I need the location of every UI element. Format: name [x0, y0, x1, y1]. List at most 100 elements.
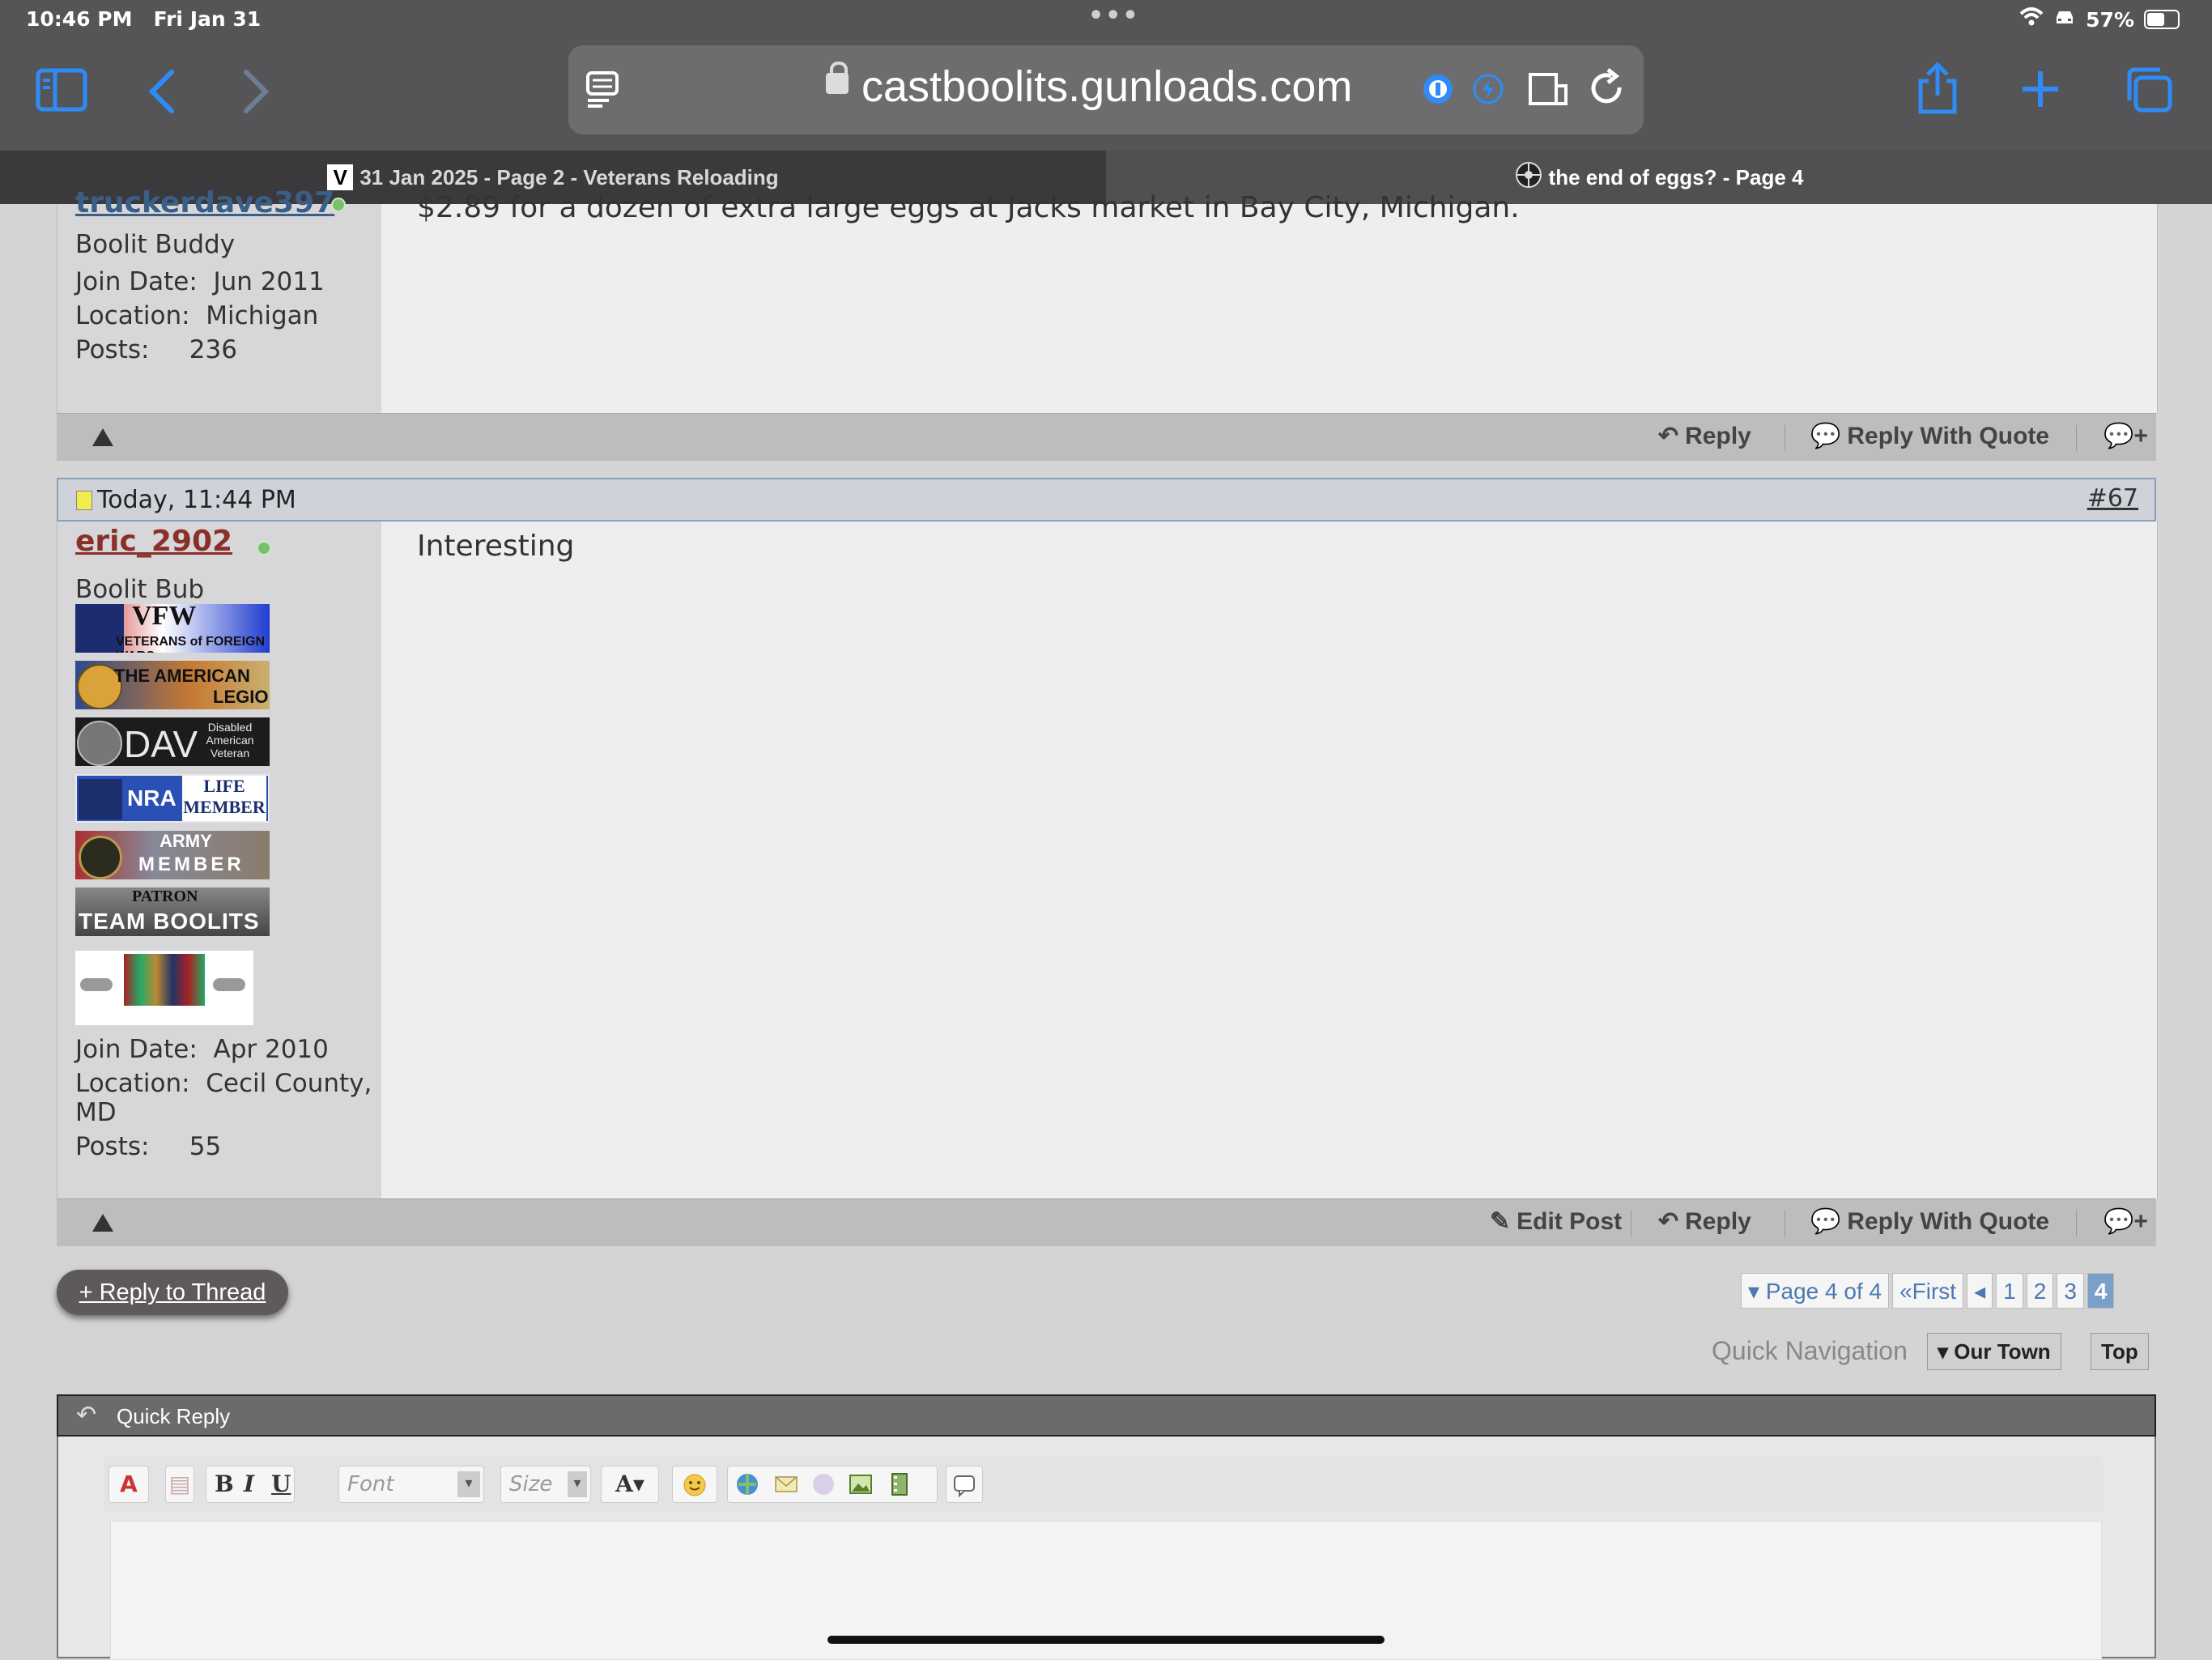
battery-icon	[2144, 10, 2180, 29]
user-location-cont: MD	[75, 1098, 117, 1127]
email-icon[interactable]	[773, 1471, 799, 1508]
text-color-icon[interactable]: A▾	[601, 1466, 659, 1503]
user-location: Location: Michigan	[75, 301, 319, 330]
prev-page-icon[interactable]: ◂	[1967, 1273, 1993, 1309]
report-post-icon[interactable]	[92, 1214, 113, 1232]
unlink-icon[interactable]	[810, 1471, 836, 1508]
divider	[1784, 1211, 1785, 1236]
quick-reply-title: Quick Reply	[117, 1404, 231, 1428]
page-link[interactable]: 1	[1996, 1273, 2023, 1309]
insert-group	[727, 1466, 938, 1503]
top-button[interactable]: Top	[2091, 1333, 2149, 1370]
address-bar[interactable]: castboolits.gunloads.com	[568, 45, 1644, 134]
image-icon[interactable]	[848, 1471, 874, 1508]
username-link[interactable]: truckerdave397	[75, 186, 334, 219]
size-select[interactable]: Size ▾	[500, 1466, 591, 1503]
battery-percent: 57%	[2086, 7, 2134, 32]
editor-toolbar: A ▤ B I U Font ▾ Size ▾ A▾	[104, 1456, 2104, 1513]
first-page-button[interactable]: «First	[1892, 1273, 1964, 1309]
reply-arrow-icon: ↶	[76, 1401, 97, 1429]
username-link[interactable]: eric_2902	[75, 525, 232, 558]
remove-format-icon[interactable]: A	[108, 1466, 149, 1503]
edit-post-button[interactable]: ✎ Edit Post	[1490, 1207, 1622, 1236]
paste-icon[interactable]: ▤	[165, 1466, 194, 1503]
current-page: 4	[2087, 1273, 2115, 1309]
reply-icon: ↶	[1658, 423, 1679, 449]
wings-icon	[80, 978, 113, 991]
eagle-icon	[79, 779, 122, 819]
user-rank: Boolit Buddy	[75, 230, 236, 259]
post-message: $2.89 for a dozen of extra large eggs at…	[417, 191, 2117, 230]
back-icon[interactable]	[146, 68, 178, 123]
reader-icon[interactable]	[585, 70, 620, 112]
new-tab-icon[interactable]	[2019, 68, 2061, 118]
status-time: 10:46 PM Fri Jan 31	[26, 7, 262, 31]
multitasking-dots-icon[interactable]: •••	[1088, 2, 1140, 30]
pencil-icon: ✎	[1490, 1208, 1511, 1235]
post-user-info: eric_2902 Boolit Bub VFW VETERANS of FOR…	[57, 521, 381, 1198]
smiley-icon[interactable]	[672, 1466, 717, 1503]
pagination: ▾ Page 4 of 4 «First ◂ 1 2 3 4	[1741, 1273, 2115, 1309]
lock-icon	[826, 62, 849, 94]
page-link[interactable]: 2	[2026, 1273, 2054, 1309]
wings-icon	[213, 978, 245, 991]
dav-emblem-icon	[77, 721, 122, 766]
service-ribbons-image	[75, 951, 253, 1025]
page-link[interactable]: 3	[2057, 1273, 2084, 1309]
tabs-icon[interactable]	[2125, 66, 2173, 121]
reply-button[interactable]: ↶ Reply	[1658, 1207, 1751, 1236]
format-group: B I U	[206, 1466, 295, 1503]
join-date: Join Date: Jun 2011	[75, 267, 325, 296]
page-jump-dropdown[interactable]: ▾ Page 4 of 4	[1741, 1273, 1890, 1309]
font-select[interactable]: Font ▾	[338, 1466, 484, 1503]
post-text: $2.89 for a dozen of extra large eggs at…	[417, 191, 1520, 224]
army-emblem-icon	[79, 836, 122, 879]
quote-icon[interactable]	[946, 1466, 983, 1503]
online-status-icon	[331, 198, 346, 212]
quote-icon: 💬	[1810, 1208, 1841, 1235]
ribbon-rack	[124, 954, 205, 1006]
post-user-info: truckerdave397 Boolit Buddy Join Date: J…	[57, 186, 381, 413]
user-rank: Boolit Bub	[75, 575, 205, 604]
wifi-icon	[2019, 7, 2044, 32]
post-footer: ↶ Reply 💬 Reply With Quote 💬+	[57, 413, 2156, 461]
post-number-link[interactable]: #67	[2087, 484, 2138, 513]
extension-icon[interactable]	[1472, 73, 1504, 109]
chevron-down-icon: ▾	[568, 1471, 587, 1497]
chevron-down-icon: ▾	[457, 1471, 480, 1497]
sidebar-icon[interactable]	[36, 68, 87, 120]
tab-title: 31 Jan 2025 - Page 2 - Veterans Reloadin…	[359, 164, 779, 189]
reply-button[interactable]: ↶ Reply	[1658, 422, 1751, 450]
link-icon[interactable]	[734, 1471, 760, 1508]
reply-with-quote-button[interactable]: 💬 Reply With Quote	[1810, 1207, 2049, 1236]
forward-icon[interactable]	[240, 68, 272, 123]
home-indicator[interactable]	[827, 1636, 1385, 1644]
army-member-badge: ARMY MEMBER	[75, 831, 270, 879]
user-location: Location: Cecil County,	[75, 1069, 372, 1098]
online-status-icon	[257, 541, 271, 555]
nra-life-member-badge: NRA LIFE MEMBER	[75, 774, 270, 823]
reply-with-quote-button[interactable]: 💬 Reply With Quote	[1810, 422, 2049, 450]
reply-to-thread-button[interactable]: + Reply to Thread	[57, 1270, 288, 1315]
translate-icon[interactable]	[1527, 70, 1571, 112]
forum-post-66: truckerdave397 Boolit Buddy Join Date: J…	[57, 186, 2158, 413]
quick-reply-panel: A ▤ B I U Font ▾ Size ▾ A▾	[57, 1437, 2156, 1660]
post-count: Posts: 236	[75, 335, 237, 364]
video-icon[interactable]	[887, 1471, 912, 1508]
reload-icon[interactable]	[1589, 68, 1626, 112]
italic-icon[interactable]: I	[244, 1466, 254, 1502]
multiquote-icon[interactable]: 💬+	[2104, 1207, 2148, 1236]
bold-icon[interactable]: B	[215, 1466, 234, 1502]
multiquote-icon[interactable]: 💬+	[2104, 422, 2148, 450]
join-date: Join Date: Apr 2010	[75, 1035, 329, 1064]
american-legion-badge: THE AMERICAN LEGION	[75, 661, 270, 709]
underline-icon[interactable]: U	[271, 1466, 291, 1502]
share-icon[interactable]	[1916, 62, 1959, 123]
password-icon[interactable]	[1422, 73, 1454, 109]
report-post-icon[interactable]	[92, 428, 113, 446]
quick-navigation-label: Quick Navigation	[1712, 1336, 1908, 1365]
divider	[2076, 1211, 2077, 1236]
forum-jump-dropdown[interactable]: ▾ Our Town	[1927, 1333, 2061, 1370]
tab-title: the end of eggs? - Page 4	[1548, 164, 1804, 189]
url-text[interactable]: castboolits.gunloads.com	[861, 62, 1352, 112]
